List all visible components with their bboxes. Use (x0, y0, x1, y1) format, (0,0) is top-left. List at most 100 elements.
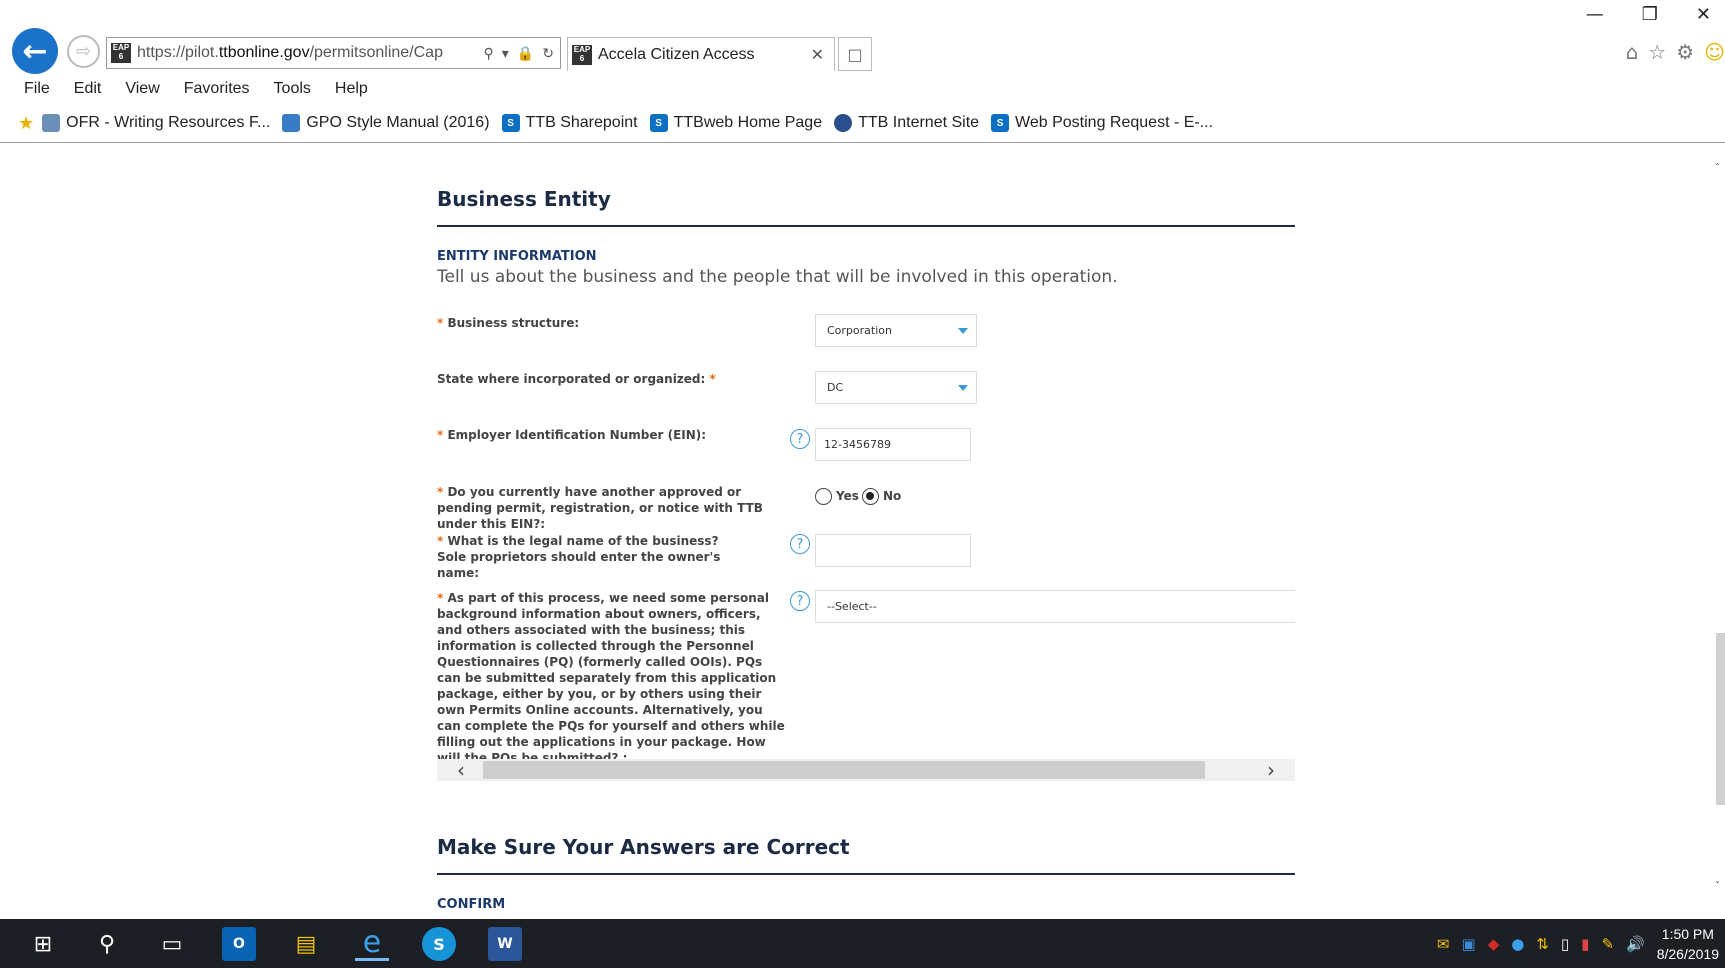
dropdown-icon[interactable]: ▾ (502, 45, 509, 62)
menu-tools[interactable]: Tools (274, 80, 311, 98)
search-icon[interactable]: ⚲ (484, 45, 494, 62)
legal-name-input[interactable] (815, 534, 971, 567)
search-icon: ⚲ (98, 931, 116, 957)
skype-icon: S (433, 934, 445, 954)
favorite-web-posting[interactable]: S Web Posting Request - E-... (991, 114, 1213, 132)
internet-explorer-button[interactable]: e (355, 925, 389, 961)
confirm-heading: CONFIRM (437, 897, 506, 912)
clock-time: 1:50 PM (1661, 925, 1714, 942)
skype-tray-icon[interactable]: ● (1511, 935, 1524, 953)
section-divider (437, 873, 1295, 875)
approved-permit-yes-radio[interactable] (815, 488, 832, 505)
usb-icon[interactable]: ▯ (1561, 935, 1569, 953)
minimize-icon[interactable]: — (1586, 4, 1604, 25)
favorite-ttbweb[interactable]: S TTBweb Home Page (649, 114, 823, 132)
required-mark: * (437, 591, 444, 605)
sync-icon[interactable]: ⇅ (1536, 935, 1549, 953)
gear-icon[interactable]: ⚙ (1676, 40, 1694, 64)
business-structure-select[interactable]: Corporation (815, 314, 977, 347)
browser-tab[interactable]: EAP 6 Accela Citizen Access ✕ (567, 37, 835, 71)
search-taskbar-button[interactable]: ⚲ (90, 927, 124, 961)
legal-name-label: * What is the legal name of the business… (437, 533, 737, 581)
home-icon[interactable]: ⌂ (1626, 40, 1639, 64)
outlook-taskbar-button[interactable]: O (222, 927, 256, 961)
browser-chrome: ← ⇨ EAP 6 https://pilot.ttbonline.gov/pe… (0, 0, 1725, 143)
arrow-left-icon: ← (22, 33, 48, 69)
close-window-icon[interactable]: ✕ (1696, 4, 1711, 25)
pq-submission-label: * As part of this process, we need some … (437, 590, 789, 766)
task-view-icon: ▭ (161, 931, 183, 957)
mcafee-icon[interactable]: ◆ (1488, 935, 1500, 953)
start-button[interactable]: ⊞ (26, 927, 60, 961)
favorite-ttb-sharepoint[interactable]: S TTB Sharepoint (501, 114, 638, 132)
address-bar[interactable]: EAP 6 https://pilot.ttbonline.gov/permit… (106, 37, 561, 69)
ein-help-icon[interactable]: ? (790, 429, 810, 449)
notes-icon[interactable]: ✎ (1601, 935, 1614, 953)
scroll-down-icon[interactable]: ˇ (1715, 881, 1720, 892)
mail-icon[interactable]: ✉ (1437, 935, 1450, 953)
scrollbar-thumb[interactable] (483, 761, 1205, 779)
volume-icon[interactable]: 🔊 (1626, 935, 1645, 953)
restore-icon[interactable]: ❐ (1642, 4, 1658, 25)
ein-input[interactable]: 12-3456789 (815, 428, 971, 461)
back-button[interactable]: ← (12, 28, 58, 74)
section-title-confirm: Make Sure Your Answers are Correct (437, 835, 850, 859)
chevron-down-icon (958, 328, 968, 334)
favorite-gpo[interactable]: GPO Style Manual (2016) (282, 114, 490, 132)
ein-label: * Employer Identification Number (EIN): (437, 427, 777, 443)
word-taskbar-button[interactable]: W (488, 927, 522, 961)
favorite-label: Web Posting Request - E-... (1015, 114, 1214, 131)
menu-favorites[interactable]: Favorites (184, 80, 250, 98)
task-view-button[interactable]: ▭ (155, 927, 189, 961)
refresh-icon[interactable]: ↻ (542, 45, 554, 62)
legal-name-label-text: What is the legal name of the business? … (437, 534, 721, 580)
star-icon[interactable]: ☆ (1648, 40, 1666, 64)
favorite-label: TTB Sharepoint (525, 114, 638, 131)
taskbar-clock[interactable]: 1:50 PM 8/26/2019 (1657, 924, 1719, 964)
horizontal-scrollbar[interactable]: ‹ › (437, 759, 1295, 781)
favorite-label: TTBweb Home Page (673, 114, 823, 131)
menu-help[interactable]: Help (335, 80, 368, 98)
scroll-left-icon[interactable]: ‹ (457, 759, 465, 781)
gpo-icon (282, 114, 301, 132)
favorite-ttb-internet[interactable]: TTB Internet Site (834, 114, 979, 132)
pq-submission-select[interactable]: --Select-- (815, 590, 1295, 623)
menu-edit[interactable]: Edit (74, 80, 102, 98)
vertical-scrollbar[interactable]: ˆ ˇ (1715, 143, 1725, 919)
folder-icon: ▤ (295, 931, 317, 957)
approved-permit-no-radio[interactable] (862, 488, 879, 505)
site-favicon-icon: EAP 6 (111, 43, 131, 63)
approved-permit-label: * Do you currently have another approved… (437, 484, 787, 532)
favorites-star-icon[interactable]: ★ (18, 113, 34, 134)
lock-icon[interactable]: 🔒 (517, 45, 534, 62)
pq-submission-help-icon[interactable]: ? (790, 591, 810, 611)
page-icon (42, 114, 61, 132)
menu-view[interactable]: View (125, 80, 159, 98)
smiley-icon[interactable]: ☺ (1704, 40, 1725, 64)
section-divider (437, 225, 1295, 227)
scroll-up-icon[interactable]: ˆ (1715, 163, 1720, 174)
clock-date: 8/26/2019 (1656, 945, 1719, 962)
favorite-label: GPO Style Manual (2016) (306, 114, 490, 131)
address-url[interactable]: https://pilot.ttbonline.gov/permitsonlin… (137, 44, 484, 62)
menu-file[interactable]: File (24, 80, 50, 98)
scroll-right-icon[interactable]: › (1267, 759, 1275, 781)
favorite-ofr[interactable]: OFR - Writing Resources F... (42, 114, 270, 132)
vertical-scrollbar-thumb[interactable] (1716, 633, 1725, 805)
battery-icon[interactable]: ▮ (1581, 935, 1589, 953)
close-tab-icon[interactable]: ✕ (801, 45, 834, 65)
skype-taskbar-button[interactable]: S (422, 927, 456, 961)
new-tab-button[interactable]: □ (838, 37, 872, 71)
favorite-label: TTB Internet Site (858, 114, 980, 131)
ttb-seal-icon (834, 114, 853, 132)
forward-button[interactable]: ⇨ (67, 35, 100, 68)
outlook-tray-icon[interactable]: ▣ (1462, 935, 1476, 953)
sharepoint-icon: S (991, 114, 1010, 132)
legal-name-help-icon[interactable]: ? (790, 534, 810, 554)
form-content: Business Entity ENTITY INFORMATION Tell … (437, 143, 1295, 919)
ein-label-text: Employer Identification Number (EIN): (447, 428, 707, 442)
file-explorer-button[interactable]: ▤ (289, 927, 323, 961)
business-structure-label-text: Business structure: (447, 316, 580, 330)
favorite-label: OFR - Writing Resources F... (66, 114, 271, 131)
state-select[interactable]: DC (815, 371, 977, 404)
